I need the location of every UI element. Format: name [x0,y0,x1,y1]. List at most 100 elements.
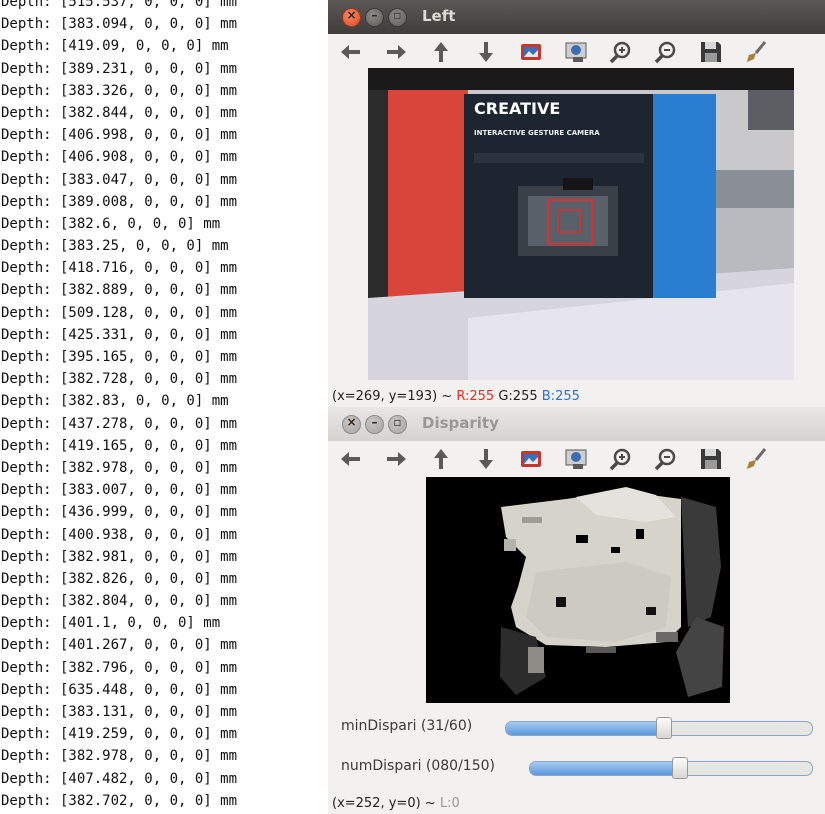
terminal-output: Depth: [515.537, 0, 0, 0] mm Depth: [383.… [0,0,328,814]
log-line: Depth: [635.448, 0, 0, 0] mm [1,681,238,698]
log-line: Depth: [382.978, 0, 0, 0] mm [1,748,238,765]
close-button[interactable]: × [342,8,361,27]
zoom-rect-button[interactable] [561,445,591,473]
window-title: Left [422,7,456,25]
log-line: Depth: [383.131, 0, 0, 0] mm [1,704,238,720]
cursor-coords: (x=269, y=193) ~ [332,389,457,404]
log-line: Depth: [382.804, 0, 0, 0] mm [1,593,238,610]
image-icon [521,44,541,60]
arrow-right-icon [387,452,406,466]
save-icon [701,449,721,469]
brush-icon [747,41,767,62]
save-button[interactable] [696,445,726,473]
log-line: Depth: [383.25, 0, 0, 0] mm [1,238,229,255]
close-button[interactable]: × [342,415,361,434]
log-line: Depth: [436.999, 0, 0, 0] mm [1,504,238,521]
maximize-button[interactable]: ▫ [388,415,407,434]
title-bar[interactable]: × – ▫ Disparity [328,407,825,441]
status-bar: (x=252, y=0) ~ L:0 [332,796,460,811]
minimize-button[interactable]: – [365,415,384,434]
log-line: Depth: [401.1, 0, 0, 0] mm [1,615,221,632]
slider-track[interactable] [529,761,813,776]
log-line: Depth: [425.331, 0, 0, 0] mm [1,326,238,343]
box-brand-text: CREATIVE [474,99,560,118]
arrow-up-button[interactable] [426,38,456,66]
maximize-button[interactable]: ▫ [388,8,407,27]
arrow-left-button[interactable] [336,38,366,66]
box-product-text: INTERACTIVE GESTURE CAMERA [474,129,600,137]
title-bar[interactable]: × – ▫ Left [328,0,825,34]
image-icon [521,451,541,467]
luminance-value: L:0 [439,796,460,811]
depth-log: Depth: [515.537, 0, 0, 0] mm Depth: [383.… [1,0,237,812]
arrow-up-icon [434,42,448,62]
zoom-out-icon [654,41,676,64]
arrow-down-button[interactable] [471,445,501,473]
log-line: Depth: [382.981, 0, 0, 0] mm [1,548,238,565]
image-button[interactable] [516,38,546,66]
zoom-rect-button[interactable] [561,38,591,66]
log-line: Depth: [382.728, 0, 0, 0] mm [1,371,238,388]
close-icon: × [346,415,357,429]
log-line: Depth: [382.796, 0, 0, 0] mm [1,659,238,676]
zoom-rect-icon [565,449,587,469]
left-window: × – ▫ Left CREATIVE INTERACTIVE GESTURE … [328,0,825,407]
brush-button[interactable] [741,445,771,473]
disparity-map [426,477,730,703]
zoom-out-icon [654,448,676,471]
window-title: Disparity [422,414,499,432]
slider-handle[interactable] [656,717,673,739]
arrow-left-icon [341,452,360,466]
arrow-right-button[interactable] [381,445,411,473]
log-line: Depth: [419.09, 0, 0, 0] mm [1,38,229,55]
zoom-in-icon [609,448,631,471]
minimize-button[interactable]: – [365,8,384,27]
log-line: Depth: [406.908, 0, 0, 0] mm [1,149,238,166]
toolbar [328,441,825,477]
arrow-right-icon [387,45,406,59]
arrow-left-button[interactable] [336,445,366,473]
log-line: Depth: [383.094, 0, 0, 0] mm [1,16,238,33]
slider-label: numDispari (080/150) [341,758,495,774]
log-line: Depth: [389.231, 0, 0, 0] mm [1,60,238,77]
log-line: Depth: [418.716, 0, 0, 0] mm [1,260,238,277]
camera-image[interactable]: CREATIVE INTERACTIVE GESTURE CAMERA [368,68,794,380]
minimize-icon: – [371,8,378,22]
camera-scene: CREATIVE INTERACTIVE GESTURE CAMERA [368,68,794,380]
log-line: Depth: [383.326, 0, 0, 0] mm [1,82,238,99]
log-line: Depth: [382.889, 0, 0, 0] mm [1,282,238,299]
log-line: Depth: [419.259, 0, 0, 0] mm [1,726,238,743]
zoom-out-button[interactable] [651,445,681,473]
zoom-rect-icon [565,42,587,62]
arrow-right-button[interactable] [381,38,411,66]
slider-handle[interactable] [672,757,689,779]
log-line: Depth: [515.537, 0, 0, 0] mm [1,0,238,10]
slider-fill [506,722,665,735]
log-line: Depth: [400.938, 0, 0, 0] mm [1,526,238,543]
slider-num-dispari: numDispari (080/150) [328,752,825,782]
slider-min-dispari: minDispari (31/60) [328,712,825,742]
zoom-out-button[interactable] [651,38,681,66]
save-button[interactable] [696,38,726,66]
log-line: Depth: [382.702, 0, 0, 0] mm [1,792,238,809]
arrow-down-button[interactable] [471,38,501,66]
image-button[interactable] [516,445,546,473]
log-line: Depth: [407.482, 0, 0, 0] mm [1,770,238,787]
log-line: Depth: [395.165, 0, 0, 0] mm [1,349,238,365]
zoom-in-button[interactable] [606,445,636,473]
cursor-coords: (x=252, y=0) ~ [332,796,440,811]
log-line: Depth: [419.165, 0, 0, 0] mm [1,437,238,454]
status-bar: (x=269, y=193) ~ R:255 G:255 B:255 [332,389,580,404]
arrow-up-icon [434,449,448,469]
arrow-up-button[interactable] [426,445,456,473]
log-line: Depth: [382.844, 0, 0, 0] mm [1,104,238,121]
zoom-in-button[interactable] [606,38,636,66]
log-line: Depth: [401.267, 0, 0, 0] mm [1,637,238,654]
disparity-image[interactable] [426,477,730,703]
blue-value: B:255 [541,389,580,404]
log-line: Depth: [437.278, 0, 0, 0] mm [1,415,238,432]
log-line: Depth: [383.007, 0, 0, 0] mm [1,482,238,499]
maximize-icon: ▫ [393,415,402,429]
log-line: Depth: [509.128, 0, 0, 0] mm [1,304,238,321]
brush-button[interactable] [741,38,771,66]
